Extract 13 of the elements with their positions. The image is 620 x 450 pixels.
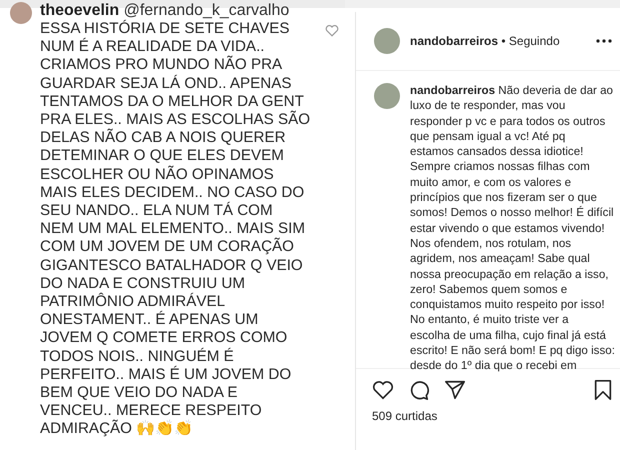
avatar[interactable] — [10, 2, 32, 24]
comment-icon[interactable] — [408, 379, 430, 401]
post-author[interactable]: nandobarreiros • Seguindo — [410, 34, 586, 48]
mention-link[interactable]: @fernando_k_carvalho — [124, 2, 290, 19]
more-options-icon[interactable] — [596, 39, 612, 43]
send-icon[interactable] — [444, 379, 466, 401]
username[interactable]: theoevelin — [40, 2, 120, 19]
like-count[interactable]: 509 curtidas — [356, 401, 620, 423]
avatar[interactable] — [374, 28, 400, 54]
avatar[interactable] — [374, 83, 400, 109]
bookmark-icon[interactable] — [592, 379, 614, 401]
heart-icon[interactable] — [372, 379, 394, 401]
comment-text: ESSA HISTÓRIA DE SETE CHAVES NUM É A REALIDADE DA VIDA.. CRIAMOS PRO MUNDO NÃO PRA GUARDAR SEJA LÁ OND.. APENAS TENTAMOS DA O MELHOR DA GENT PRA ELES.. MAIS AS ESCOLHAS SÃO DELAS NÃO CAB A NOIS QUERER DETEMINAR O QUE ELES DEVEM ESCOLHER OU NÃO OPINAMOS MAIS ELES DECIDEM.. NO CASO DO SEU NANDO.. ELA NUM TÁ COM NEM UM MAL ELEMENTO.. MAIS SIM COM UM JOVEM DE UM CORAÇÃO GIGANTESCO BATALHADOR Q VEIO DO NADA E CONSTRUIU UM PATRIMÔNIO ADMIRÁVEL ONESTAMENT.. É APENAS UM JOVEM Q COMETE ERROS COMO TODOS NOIS.. NINGUÉM É PERFEITO.. MAIS É UM JOVEM DO BEM QUE VEIO DO NADA E VENCEU.. MERECE RESPEITO ADMIRAÇÃO 🙌👏👏 — [40, 20, 312, 439]
